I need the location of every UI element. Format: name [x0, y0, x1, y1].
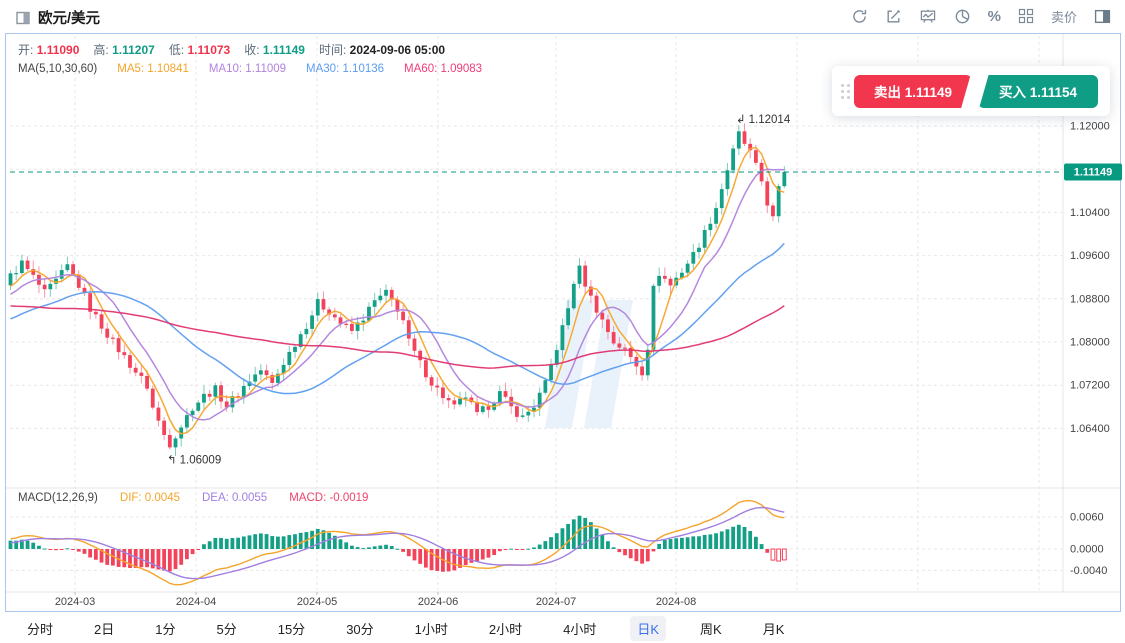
low-label: 低: [168, 43, 185, 57]
symbol-title-group: 欧元/美元 [16, 7, 100, 28]
layout-grid-icon[interactable] [1018, 8, 1034, 24]
buy-button[interactable]: 买入 1.11154 [978, 75, 1098, 108]
ma30-value: MA30: 1.10136 [306, 63, 385, 75]
timeframe-tab-分时[interactable]: 分时 [20, 616, 60, 641]
timeframe-tab-5分[interactable]: 5分 [209, 616, 243, 641]
timeframe-tab-4小时[interactable]: 4小时 [556, 616, 603, 641]
panel-toggle-icon[interactable] [1094, 8, 1111, 25]
ma60-value: MA60: 1.09083 [404, 63, 483, 75]
timeframe-tab-2日[interactable]: 2日 [87, 616, 121, 641]
timeframe-tab-1小时[interactable]: 1小时 [408, 616, 455, 641]
toolbar: % 卖价 [851, 0, 1111, 32]
dea-value: DEA: 0.0055 [201, 492, 268, 504]
dif-value: DIF: 0.0045 [119, 492, 180, 504]
ma-indicator-bar: MA(5,10,30,60) MA5: 1.10841 MA10: 1.1100… [18, 63, 482, 75]
macd-value: MACD: -0.0019 [289, 492, 369, 504]
timeframe-tab-15分[interactable]: 15分 [271, 616, 312, 641]
macd-indicator-bar: MACD(12,26,9) DIF: 0.0045 DEA: 0.0055 MA… [18, 492, 368, 504]
sell-price-toggle[interactable]: 卖价 [1051, 7, 1077, 26]
ohlc-info-bar: 开: 1.11090 高: 1.11207 低: 1.11073 收: 1.11… [18, 41, 445, 58]
draw-tool-icon[interactable] [885, 8, 902, 25]
timeframe-tab-30分[interactable]: 30分 [339, 616, 380, 641]
drag-handle[interactable] [838, 83, 852, 99]
refresh-icon[interactable] [851, 8, 868, 25]
ma10-value: MA10: 1.11009 [208, 63, 287, 75]
chart-panel [5, 33, 1121, 612]
percent-icon[interactable]: % [988, 8, 1001, 25]
pie-chart-icon[interactable] [954, 8, 971, 25]
time-label: 时间: [318, 43, 347, 57]
symbol-panel-icon [16, 11, 30, 24]
title-bar: 欧元/美元 % 卖价 [0, 0, 1125, 33]
open-value: 1.11090 [36, 43, 80, 57]
timeframe-bar: 分时 2日 1分 5分 15分 30分 1小时 2小时 4小时 日K 周K 月K [0, 613, 1125, 643]
macd-title: MACD(12,26,9) [18, 492, 98, 504]
open-label: 开: [18, 43, 34, 57]
high-label: 高: [93, 43, 109, 57]
indicator-board-icon[interactable] [919, 8, 937, 25]
low-value: 1.11073 [187, 43, 231, 57]
timeframe-tab-日K[interactable]: 日K [630, 615, 667, 641]
timeframe-tab-月K[interactable]: 月K [756, 616, 792, 641]
close-value: 1.11149 [262, 43, 305, 57]
trade-quote-card: 卖出 1.11149 买入 1.11154 [832, 66, 1110, 116]
timeframe-tab-周K[interactable]: 周K [693, 616, 729, 641]
ma5-value: MA5: 1.10841 [117, 63, 189, 75]
ma-title: MA(5,10,30,60) [18, 63, 98, 75]
page-title: 欧元/美元 [38, 11, 101, 27]
time-value: 2024-09-06 05:00 [349, 43, 446, 57]
high-value: 1.11207 [112, 43, 155, 57]
timeframe-tab-1分[interactable]: 1分 [148, 616, 182, 641]
timeframe-tab-2小时[interactable]: 2小时 [482, 616, 529, 641]
sell-button[interactable]: 卖出 1.11149 [854, 75, 972, 108]
close-label: 收: [244, 43, 260, 57]
